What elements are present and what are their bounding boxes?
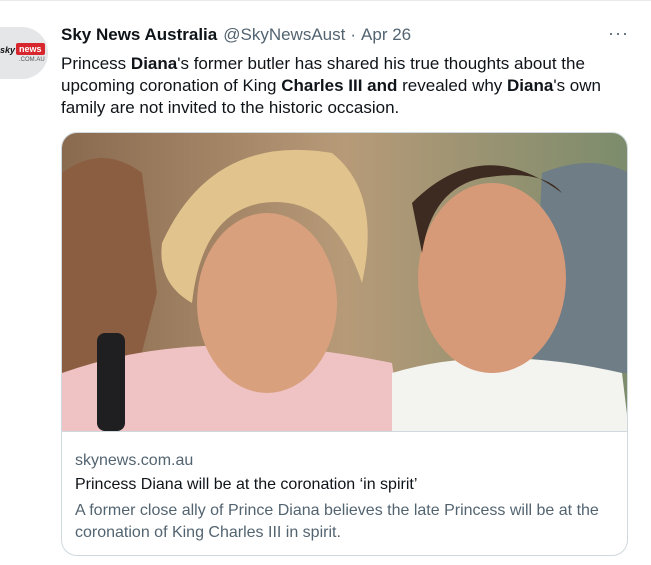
avatar-sky-text: sky xyxy=(0,45,16,55)
text-part: revealed why xyxy=(397,76,508,95)
avatar-comau-text: .COM.AU xyxy=(19,57,45,63)
card-description: A former close ally of Prince Diana beli… xyxy=(75,502,599,541)
text-part: Princess xyxy=(61,54,131,73)
author-handle[interactable]: @SkyNewsAust xyxy=(223,25,345,45)
card-domain: skynews.com.au xyxy=(75,452,194,469)
tweet-header: Sky News Australia @SkyNewsAust · Apr 26 xyxy=(61,25,411,45)
more-options-icon[interactable]: ··· xyxy=(608,23,629,44)
author-name[interactable]: Sky News Australia xyxy=(61,25,217,45)
text-bold-charles: Charles III and xyxy=(281,76,398,95)
avatar-news-badge: news xyxy=(16,43,45,55)
text-bold-diana: Diana xyxy=(507,76,554,95)
bag-strap xyxy=(97,333,125,431)
tweet-text: Princess Diana's former butler has share… xyxy=(61,53,629,119)
avatar[interactable]: sky news .COM.AU xyxy=(0,27,48,79)
diana-face xyxy=(197,213,337,393)
card-photo[interactable] xyxy=(62,133,628,431)
text-bold-diana: Diana xyxy=(130,54,178,73)
card-title: Princess Diana will be at the coronation… xyxy=(75,476,418,493)
card-meta: skynews.com.au Princess Diana will be at… xyxy=(62,431,627,555)
separator-dot: · xyxy=(350,25,357,44)
man-face xyxy=(418,183,566,373)
tweet-date[interactable]: Apr 26 xyxy=(361,25,411,45)
link-card[interactable]: skynews.com.au Princess Diana will be at… xyxy=(61,132,628,556)
tweet[interactable]: sky news .COM.AU Sky News Australia @Sky… xyxy=(0,0,651,565)
